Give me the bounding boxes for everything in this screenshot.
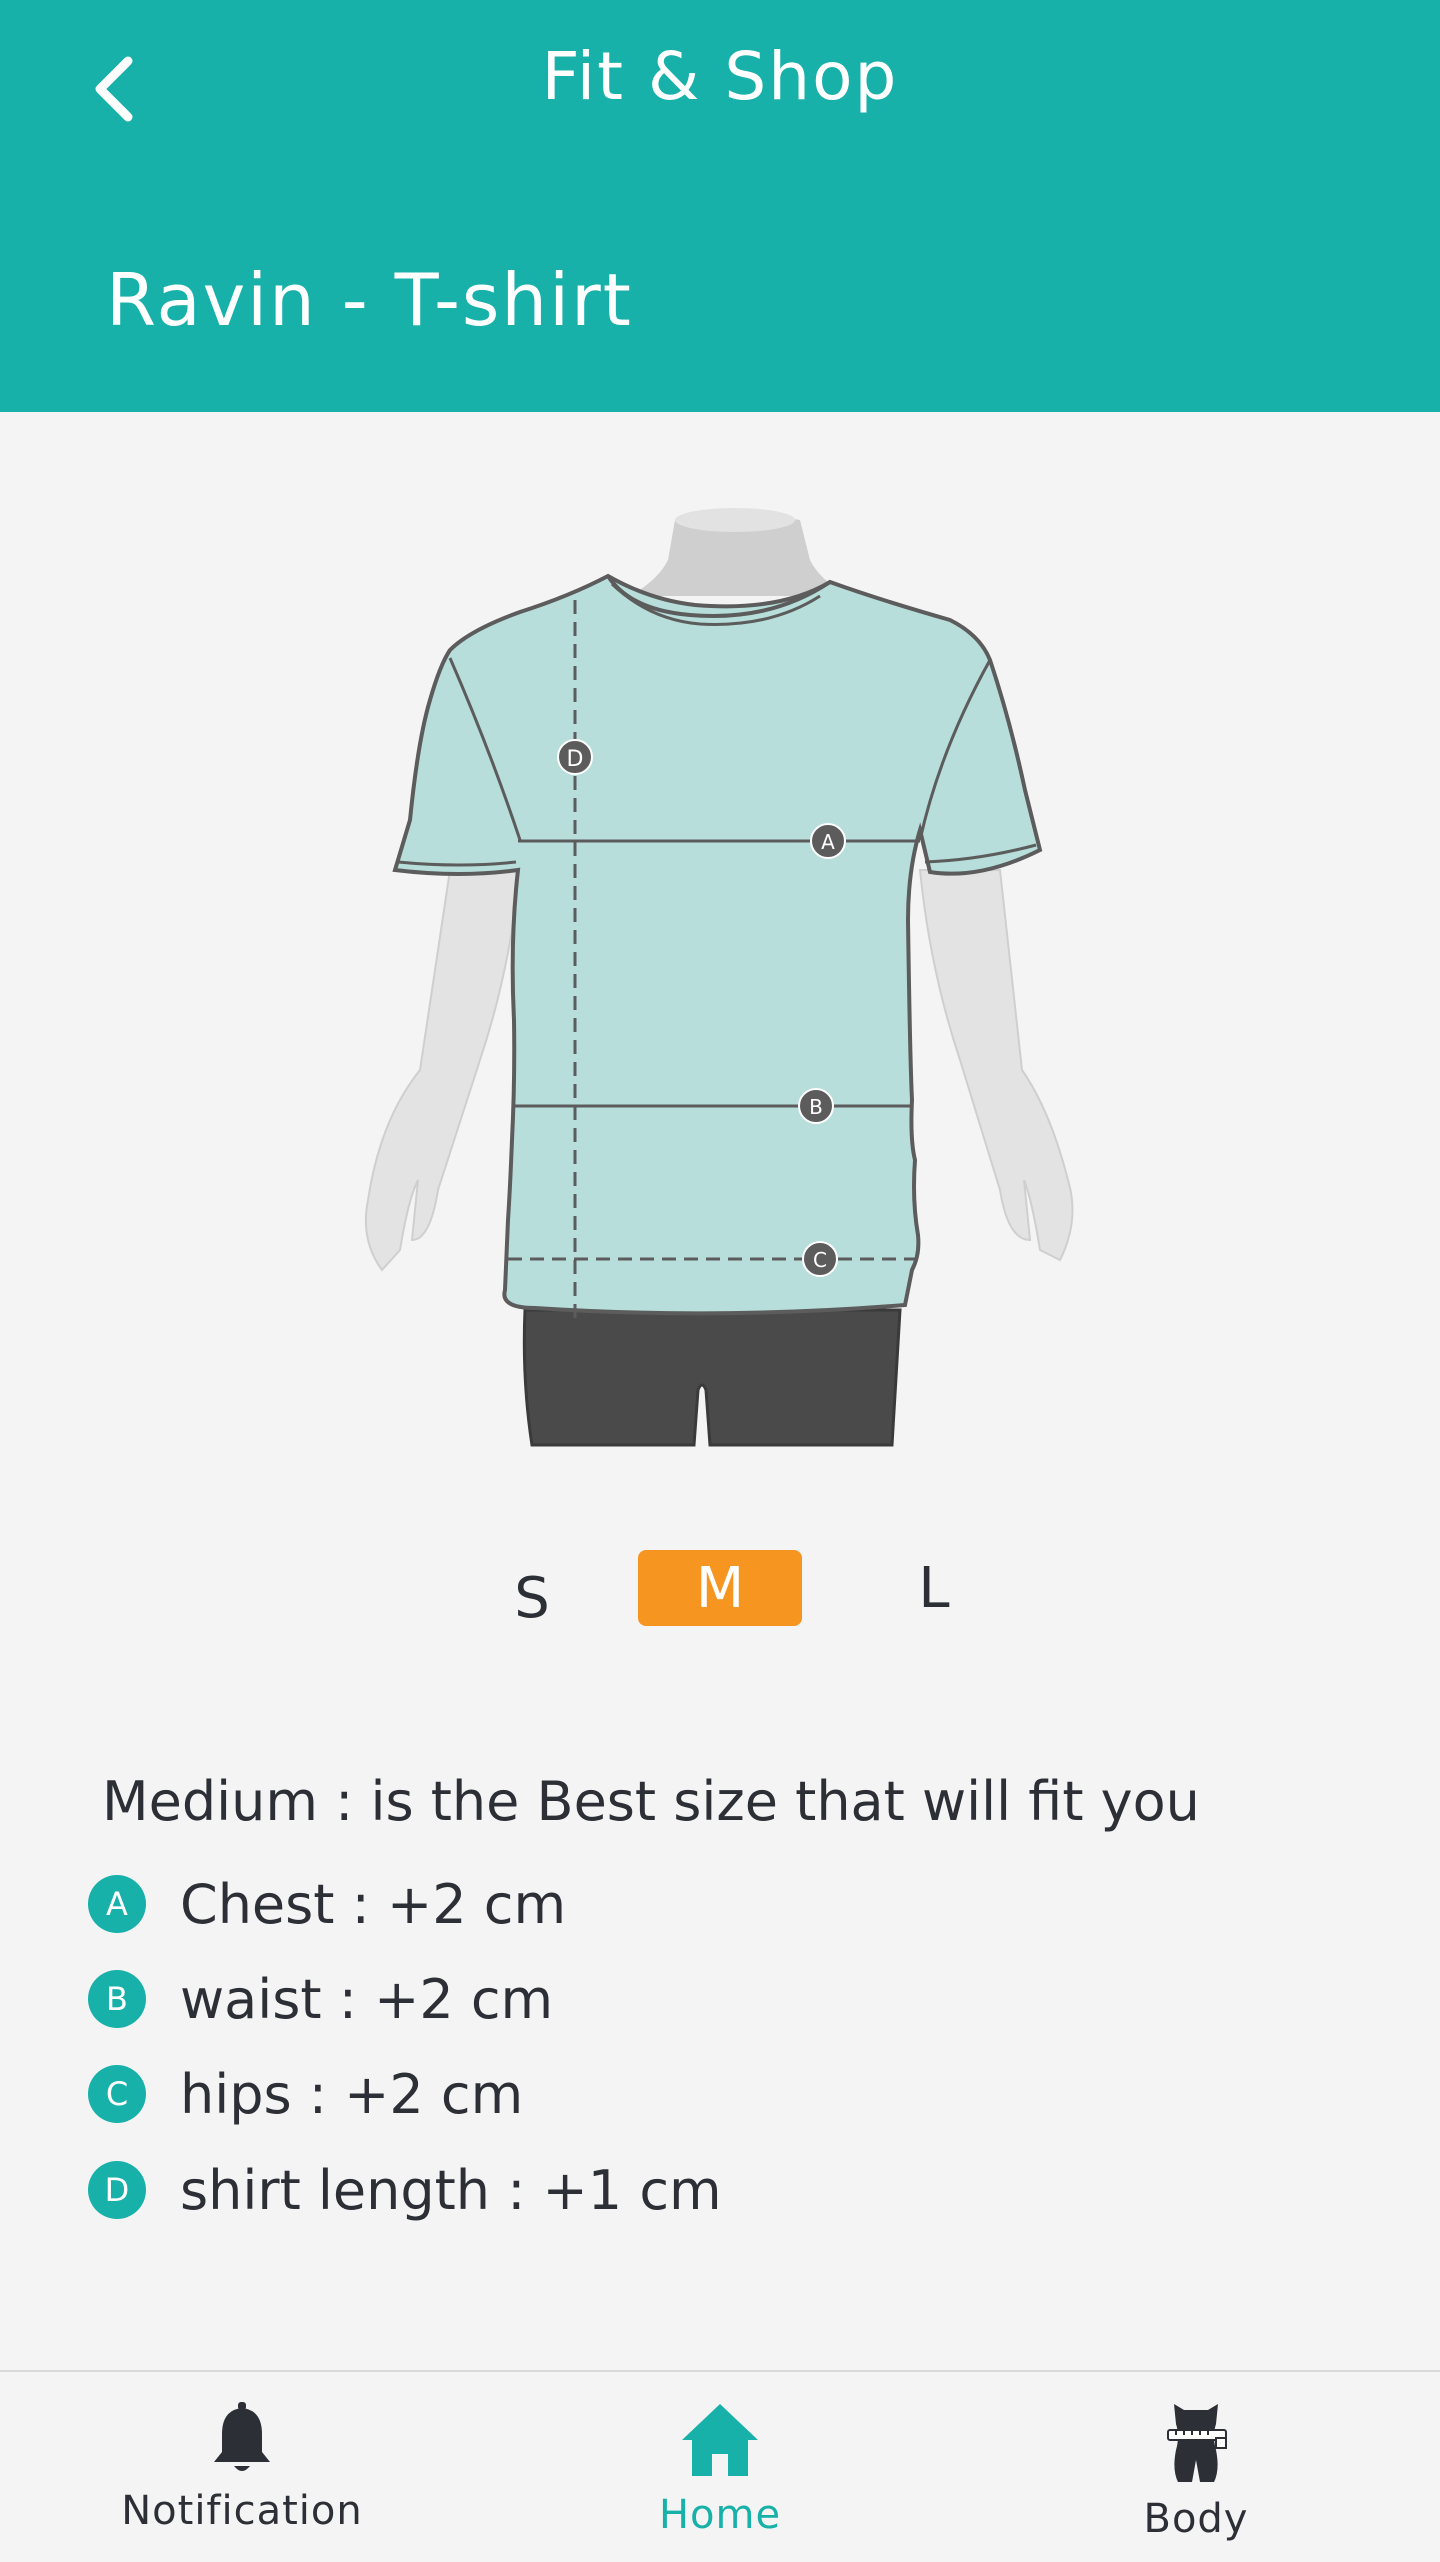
svg-text:B: B: [809, 1095, 823, 1119]
measurement-row-waist: B waist : +2 cm: [88, 1964, 553, 2034]
nav-label: Notification: [121, 2488, 363, 2534]
badge-a: A: [88, 1875, 146, 1933]
mannequin-left-arm: [364, 869, 522, 1272]
nav-label: Body: [1143, 2496, 1249, 2542]
marker-c: C: [802, 1241, 838, 1277]
svg-text:A: A: [821, 830, 835, 854]
fit-summary-text: Medium : is the Best size that will fit …: [102, 1770, 1200, 1833]
size-option-l[interactable]: L: [892, 1550, 976, 1626]
badge-d: D: [88, 2161, 146, 2219]
mannequin-right-arm: [918, 869, 1074, 1262]
badge-b: B: [88, 1970, 146, 2028]
nav-label: Home: [658, 2492, 782, 2538]
marker-b: B: [798, 1088, 834, 1124]
size-option-m-selected[interactable]: M: [638, 1550, 802, 1626]
measurement-row-hips: C hips : +2 cm: [88, 2059, 523, 2129]
measurement-row-shirt-length: D shirt length : +1 cm: [88, 2155, 722, 2225]
measurement-text: hips : +2 cm: [180, 2062, 524, 2126]
badge-c: C: [88, 2065, 146, 2123]
body-measure-icon: [1167, 2404, 1227, 2482]
fit-illustration: D A B C: [360, 500, 1080, 1460]
svg-text:C: C: [813, 1248, 827, 1272]
nav-body[interactable]: Body: [1036, 2372, 1356, 2562]
app-header: Fit & Shop Ravin - T-shirt: [0, 0, 1440, 412]
home-icon: [682, 2404, 758, 2476]
size-option-s[interactable]: S: [490, 1560, 574, 1636]
svg-text:D: D: [567, 747, 584, 772]
nav-home-active[interactable]: Home: [560, 2372, 880, 2562]
nav-notification[interactable]: Notification: [82, 2372, 402, 2562]
bell-icon: [214, 2402, 270, 2471]
marker-a: A: [810, 823, 846, 859]
bottom-navigation: Notification Home Body: [0, 2370, 1440, 2562]
app-title: Fit & Shop: [541, 38, 899, 115]
mannequin-pants: [522, 1308, 902, 1447]
measurement-text: waist : +2 cm: [180, 1967, 554, 2031]
marker-d: D: [557, 739, 593, 775]
measurement-row-chest: A Chest : +2 cm: [88, 1869, 566, 1939]
measurement-text: shirt length : +1 cm: [180, 2158, 722, 2222]
product-title: Ravin - T-shirt: [106, 258, 633, 342]
mannequin-tshirt-illustration: D A B C: [364, 508, 1074, 1447]
measurement-text: Chest : +2 cm: [180, 1872, 567, 1936]
